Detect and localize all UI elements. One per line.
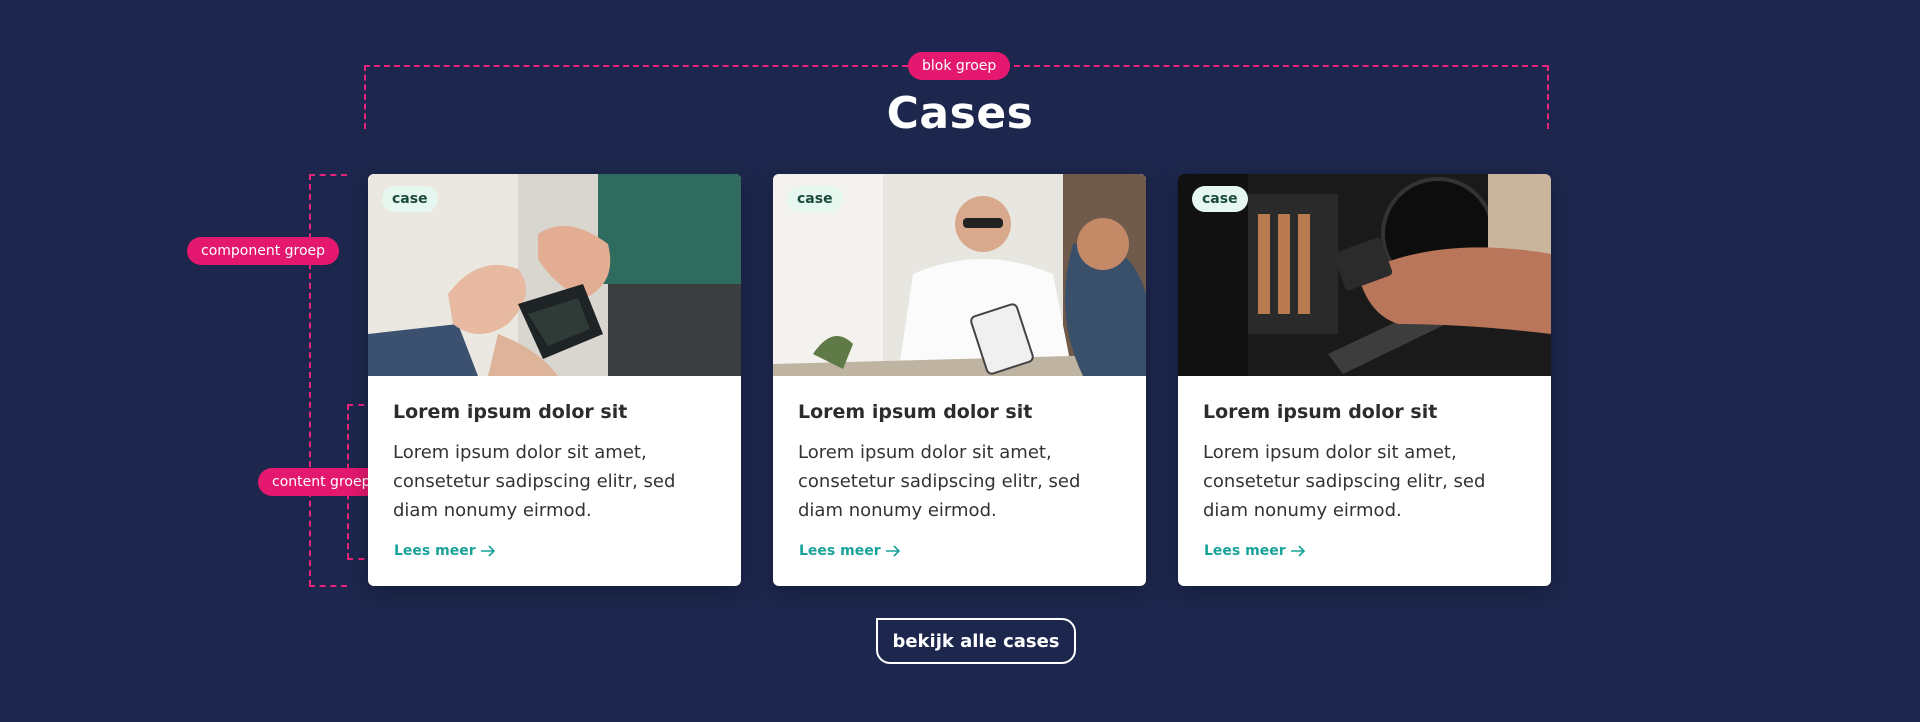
content-group-label: content groep bbox=[258, 468, 385, 496]
case-image: case bbox=[773, 174, 1146, 376]
case-tag: case bbox=[1192, 186, 1248, 212]
card-description: Lorem ipsum dolor sit amet, consetetur s… bbox=[1203, 442, 1486, 521]
read-more-link[interactable]: Lees meer bbox=[1204, 543, 1306, 559]
component-group-outline-top bbox=[309, 174, 347, 176]
view-all-cases-button[interactable]: bekijk alle cases bbox=[876, 618, 1076, 664]
read-more-link[interactable]: Lees meer bbox=[799, 543, 901, 559]
read-more-label: Lees meer bbox=[799, 543, 881, 559]
card-description: Lorem ipsum dolor sit amet, consetetur s… bbox=[393, 442, 676, 521]
case-tag: case bbox=[382, 186, 438, 212]
card-description: Lorem ipsum dolor sit amet, consetetur s… bbox=[798, 442, 1081, 521]
block-group-outline-top-right bbox=[1004, 65, 1548, 67]
arrow-right-icon bbox=[480, 545, 495, 557]
card-content: Lorem ipsum dolor sit Lorem ipsum dolor … bbox=[368, 376, 741, 525]
page: blok groep component groep content groep… bbox=[0, 0, 1920, 722]
case-card[interactable]: case Lorem ipsum dolor sit Lorem ipsum d… bbox=[773, 174, 1146, 586]
card-title: Lorem ipsum dolor sit bbox=[798, 401, 1033, 423]
case-card[interactable]: case Lorem ipsum dolor sit Lorem ipsum d… bbox=[1178, 174, 1551, 586]
arrow-right-icon bbox=[885, 545, 900, 557]
card-title: Lorem ipsum dolor sit bbox=[393, 401, 628, 423]
component-group-outline-left bbox=[309, 174, 311, 586]
case-image: case bbox=[1178, 174, 1551, 376]
arrow-right-icon bbox=[1290, 545, 1305, 557]
block-group-label: blok groep bbox=[908, 52, 1011, 80]
section-title: Cases bbox=[886, 88, 1034, 139]
component-group-label: component groep bbox=[187, 237, 340, 265]
card-title: Lorem ipsum dolor sit bbox=[1203, 401, 1438, 423]
card-content: Lorem ipsum dolor sit Lorem ipsum dolor … bbox=[1178, 376, 1551, 525]
read-more-label: Lees meer bbox=[394, 543, 476, 559]
read-more-label: Lees meer bbox=[1204, 543, 1286, 559]
case-image: case bbox=[368, 174, 741, 376]
case-card[interactable]: case Lorem ipsum dolor sit Lorem ipsum d… bbox=[368, 174, 741, 586]
card-content: Lorem ipsum dolor sit Lorem ipsum dolor … bbox=[773, 376, 1146, 525]
case-tag: case bbox=[787, 186, 843, 212]
block-group-outline-top-left bbox=[364, 65, 908, 67]
read-more-link[interactable]: Lees meer bbox=[394, 543, 496, 559]
component-group-outline-bottom bbox=[309, 585, 347, 587]
